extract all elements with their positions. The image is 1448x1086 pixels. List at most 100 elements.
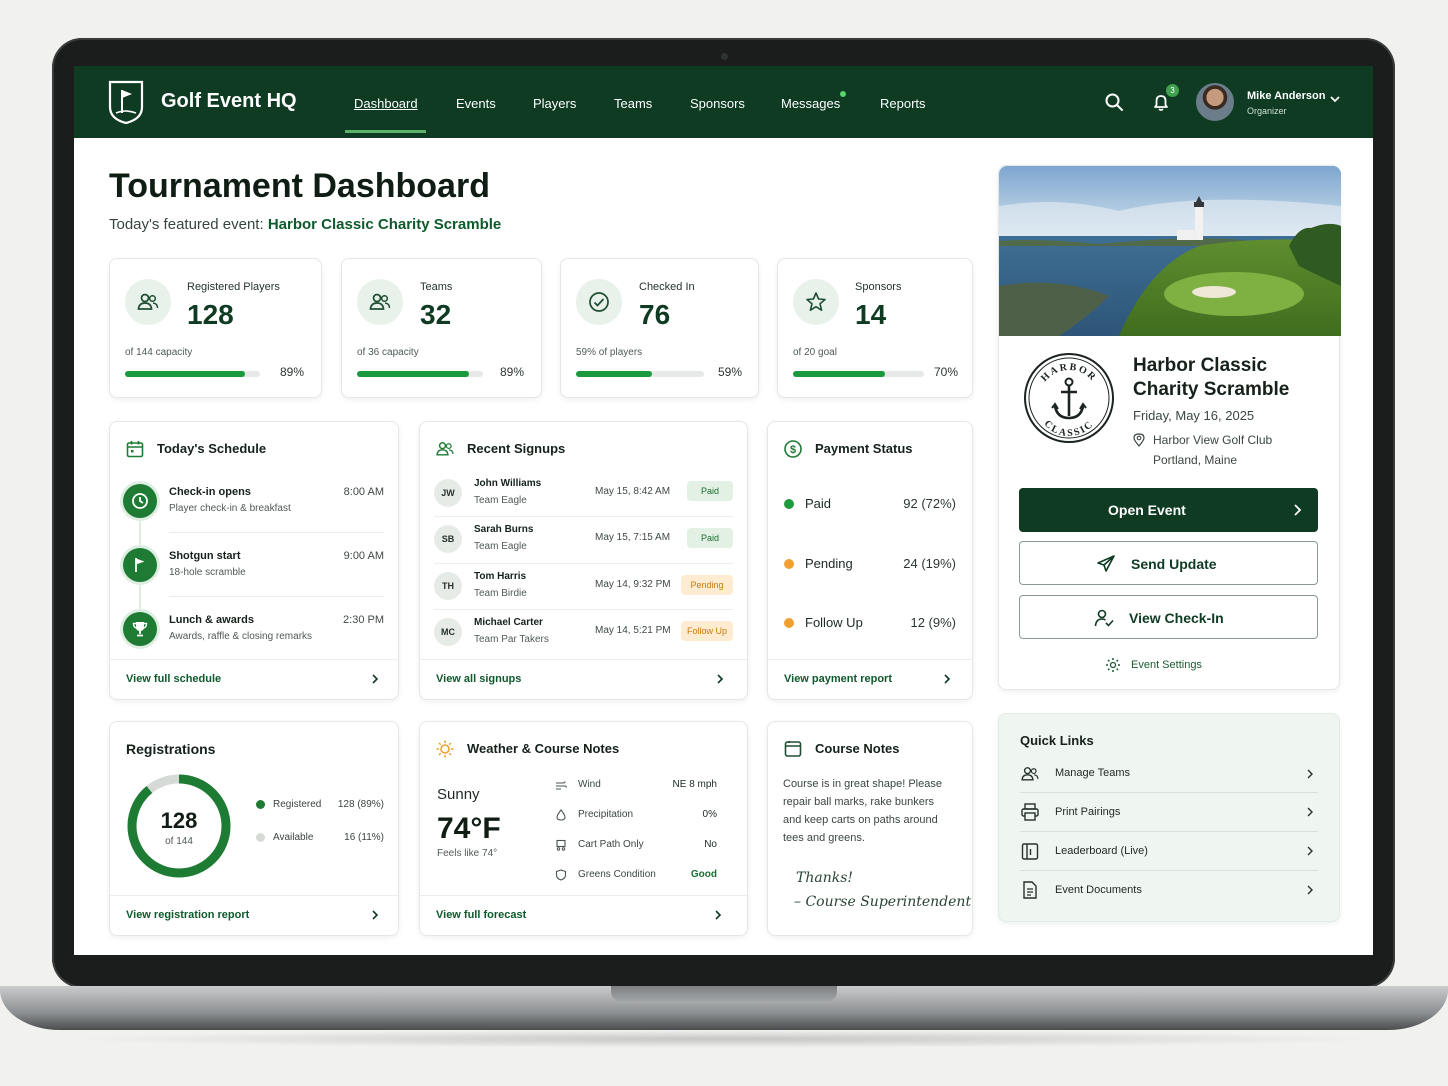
nav-dashboard[interactable]: Dashboard	[354, 96, 418, 111]
signature-line-1: Thanks!	[796, 870, 854, 886]
featured-event-line: Today's featured event: Harbor Classic C…	[109, 216, 501, 233]
wind-icon	[556, 781, 567, 790]
brand-name[interactable]: Golf Event HQ	[161, 90, 297, 113]
stat-value: 14	[855, 299, 887, 330]
weather-row-value: 0%	[702, 809, 717, 820]
view-full-forecast-link[interactable]: View full forecast	[436, 909, 526, 921]
chevron-down-icon[interactable]	[1329, 93, 1341, 105]
view-payment-report-link[interactable]: View payment report	[784, 673, 892, 685]
nav-active-indicator	[345, 130, 426, 133]
droplet-icon	[556, 809, 566, 821]
chevron-right-icon[interactable]	[715, 674, 725, 684]
chevron-right-icon[interactable]	[370, 674, 380, 684]
view-check-in-button[interactable]: View Check-In	[1019, 595, 1318, 639]
card-footer[interactable]: View payment report	[768, 659, 972, 699]
signup-name[interactable]: John Williams	[474, 478, 541, 489]
nav-players[interactable]: Players	[533, 96, 576, 111]
event-seal-logo: HARBOR CLASSIC	[1024, 353, 1114, 443]
stat-card-teams[interactable]: Teams 32 of 36 capacity 89%	[341, 258, 542, 398]
nav-reports[interactable]: Reports	[880, 96, 926, 111]
card-title: Recent Signups	[467, 441, 566, 456]
nav-teams[interactable]: Teams	[614, 96, 652, 111]
gear-icon[interactable]	[1105, 657, 1121, 673]
stat-card-registered-players[interactable]: Registered Players 128 of 144 capacity 8…	[109, 258, 322, 398]
weather-row-value: No	[704, 839, 717, 850]
schedule-item-time: 8:00 AM	[343, 486, 384, 498]
schedule-item-sub: Player check-in & breakfast	[169, 503, 291, 514]
signup-name[interactable]: Michael Carter	[474, 617, 543, 628]
event-city: Portland, Maine	[1153, 453, 1238, 467]
payment-label: Follow Up	[805, 615, 863, 630]
stat-card-checked-in[interactable]: Checked In 76 59% of players 59%	[560, 258, 759, 398]
status-badge: Pending	[681, 575, 733, 595]
card-footer[interactable]: View full schedule	[110, 659, 398, 699]
status-badge: Paid	[687, 528, 733, 548]
stat-value: 128	[187, 299, 234, 330]
card-footer[interactable]: View full forecast	[420, 895, 747, 935]
signup-date: May 15, 8:42 AM	[595, 486, 671, 497]
payment-label: Paid	[805, 496, 832, 511]
stat-sub: 59% of players	[576, 347, 643, 358]
card-footer[interactable]: View registration report	[110, 895, 398, 935]
chevron-right-icon[interactable]	[713, 910, 723, 920]
progress-bar	[125, 371, 260, 377]
nav-sponsors[interactable]: Sponsors	[690, 96, 745, 111]
nav-events[interactable]: Events	[456, 96, 496, 111]
chevron-right-icon[interactable]	[942, 674, 952, 684]
weather-row-label: Greens Condition	[578, 869, 656, 880]
notification-badge: 3	[1166, 84, 1179, 97]
sun-icon	[436, 740, 454, 758]
search-icon[interactable]	[1104, 92, 1124, 112]
stat-percent: 89%	[280, 365, 305, 379]
legend-label: Available	[273, 832, 314, 843]
chevron-right-icon	[1307, 885, 1313, 895]
chevron-right-icon[interactable]	[370, 910, 380, 920]
legend-dot	[256, 800, 265, 809]
event-settings-link[interactable]: Event Settings	[1131, 659, 1202, 671]
svg-text:$: $	[790, 444, 796, 456]
document-icon	[1023, 881, 1037, 899]
featured-event-panel: HARBOR CLASSIC Harbor Classic Charity Sc…	[998, 165, 1341, 690]
weather-feels-like: Feels like 74°	[437, 848, 498, 859]
legend-value: 128 (89%)	[337, 799, 384, 810]
stat-percent: 59%	[718, 365, 743, 379]
send-update-button[interactable]: Send Update	[1019, 541, 1318, 585]
weather-row-label: Cart Path Only	[578, 839, 644, 850]
schedule-item-sub: 18-hole scramble	[169, 567, 246, 578]
weather-row-value: Good	[690, 869, 717, 880]
trophy-icon	[132, 622, 148, 637]
avatar[interactable]	[1195, 82, 1235, 122]
payment-value: 92 (72%)	[903, 496, 956, 511]
signup-team: Team Eagle	[474, 541, 527, 552]
stat-card-sponsors[interactable]: Sponsors 14 of 20 goal 70%	[777, 258, 973, 398]
payment-status-card: $ Payment Status Paid 92 (72%) Pending 2…	[767, 421, 973, 700]
payment-label: Pending	[805, 556, 853, 571]
cart-icon	[556, 839, 566, 851]
view-registration-report-link[interactable]: View registration report	[126, 909, 249, 921]
payment-value: 12 (9%)	[910, 615, 956, 630]
stat-value: 32	[420, 299, 452, 330]
schedule-item-icon	[123, 484, 157, 518]
signup-name[interactable]: Sarah Burns	[474, 524, 533, 535]
signup-name[interactable]: Tom Harris	[474, 571, 526, 582]
view-all-signups-link[interactable]: View all signups	[436, 673, 521, 685]
status-dot	[784, 499, 794, 509]
avatar: MC	[434, 618, 462, 646]
logo-shield-icon[interactable]	[108, 79, 144, 125]
quick-links-card: Quick Links Manage Teams Print Pairings …	[998, 713, 1340, 922]
payment-value: 24 (19%)	[903, 556, 956, 571]
top-nav: Golf Event HQ Dashboard Events Players T…	[74, 66, 1373, 138]
featured-event-link[interactable]: Harbor Classic Charity Scramble	[268, 216, 501, 233]
weather-row-label: Wind	[578, 779, 601, 790]
card-title: Weather & Course Notes	[467, 741, 620, 756]
user-name[interactable]: Mike Anderson	[1247, 90, 1325, 102]
weather-condition: Sunny	[437, 786, 480, 803]
open-event-button[interactable]: Open Event	[1019, 488, 1318, 532]
stat-sub: of 144 capacity	[125, 347, 193, 358]
view-full-schedule-link[interactable]: View full schedule	[126, 673, 221, 685]
card-footer[interactable]: View all signups	[420, 659, 747, 699]
view-check-in-label: View Check-In	[1129, 610, 1224, 626]
weather-card: Weather & Course Notes Sunny 74°F Feels …	[419, 721, 748, 936]
nav-messages[interactable]: Messages	[781, 96, 840, 111]
legend-label: Registered	[273, 799, 322, 810]
